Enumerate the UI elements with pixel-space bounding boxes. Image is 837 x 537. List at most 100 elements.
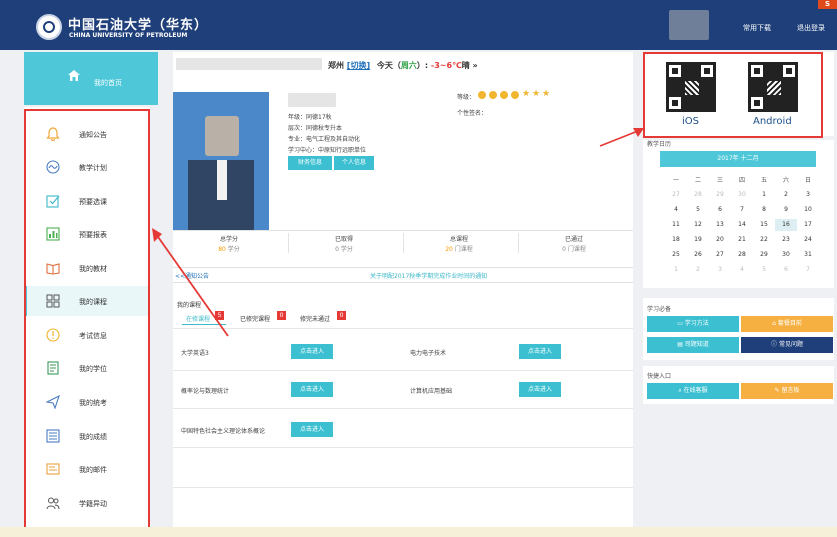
calendar-day[interactable]: 5 (753, 264, 775, 276)
course-name: 中国特色社会主义理论体系概论 (181, 428, 266, 435)
calendar-day[interactable]: 3 (797, 189, 819, 201)
calendar-day[interactable]: 29 (753, 249, 775, 261)
calendar-day[interactable]: 23 (775, 234, 797, 246)
notice-headline-link[interactable]: 关于明配2017秋季学期完成作业时间的通知 (370, 271, 487, 280)
calendar-day[interactable]: 27 (709, 249, 731, 261)
logout-link[interactable]: 退出登录 (797, 23, 825, 33)
calendar-day[interactable]: 1 (665, 264, 687, 276)
calendar-day[interactable]: 3 (709, 264, 731, 276)
stat-unit: 门课程 (454, 246, 473, 253)
calendar-day[interactable]: 15 (753, 219, 775, 231)
calendar-day[interactable]: 26 (687, 249, 709, 261)
calendar-day[interactable]: 25 (665, 249, 687, 261)
calendar-day[interactable]: 30 (775, 249, 797, 261)
calendar-month-header[interactable]: 2017年 十二月 (660, 151, 816, 167)
stat-total-courses-value: 20 门课程 (419, 244, 499, 253)
question-button[interactable]: ▤ 司题知道 (647, 337, 739, 353)
enter-course-button[interactable]: 点击进入 (291, 422, 333, 437)
course-name: 概率论与数理统计 (181, 388, 230, 395)
calendar-day[interactable]: 29 (709, 189, 731, 201)
calendar-day[interactable]: 27 (665, 189, 687, 201)
study-method-button[interactable]: ▭ 学习方法 (647, 316, 739, 332)
calendar-day[interactable]: 4 (731, 264, 753, 276)
calendar-day[interactable]: 12 (687, 219, 709, 231)
user-avatar[interactable] (669, 10, 709, 40)
package-button[interactable]: ⌂ 套餐目前 (741, 316, 833, 332)
calendar-day[interactable]: 24 (797, 234, 819, 246)
finance-info-button[interactable]: 财务信息 (288, 156, 332, 170)
calendar-day[interactable]: 11 (665, 219, 687, 231)
annotation-arrow-left (152, 228, 229, 337)
calendar-day[interactable]: 7 (731, 204, 753, 216)
enter-course-button[interactable]: 点击进入 (519, 382, 561, 397)
message-board-button[interactable]: ✎ 留言板 (741, 383, 833, 399)
calendar-day[interactable]: 5 (687, 204, 709, 216)
calendar-day[interactable]: 8 (753, 204, 775, 216)
calendar-day[interactable]: 21 (731, 234, 753, 246)
button-label: 常见问题 (778, 341, 803, 348)
list-icon: ▤ (677, 341, 685, 348)
downloads-link[interactable]: 常用下载 (743, 23, 771, 33)
level-label: 等级： (457, 94, 476, 101)
calendar-day[interactable]: 28 (731, 249, 753, 261)
calendar-day[interactable]: 6 (775, 264, 797, 276)
calendar-day[interactable]: 28 (687, 189, 709, 201)
calendar-day[interactable]: 4 (665, 204, 687, 216)
calendar-day[interactable]: 9 (775, 204, 797, 216)
calendar-day[interactable]: 22 (753, 234, 775, 246)
stat-unit: 学分 (340, 246, 353, 253)
course-name: 电力电子技术 (410, 350, 447, 357)
calendar-title: 教学日历 (647, 141, 672, 148)
weather-city: 郑州 (328, 61, 344, 70)
button-label: 学习方法 (684, 320, 709, 327)
weather-today-end: ）: (416, 61, 429, 70)
weather-more[interactable]: » (473, 61, 478, 70)
weather-today: 今天（ (376, 61, 401, 70)
calendar-day[interactable]: 20 (709, 234, 731, 246)
personal-info-button[interactable]: 个人信息 (334, 156, 374, 170)
level-star-icon: ★ (542, 89, 551, 99)
stat-separator (518, 233, 519, 253)
calendar-day[interactable]: 30 (731, 189, 753, 201)
calendar-grid: 一二三四五六日 27 28 29 30 1 2 3 4 5 6 7 8 9 10 11 12 13 14 15 16 17… (665, 175, 821, 280)
weather-temp: -3~6℃ (430, 61, 462, 70)
calendar-day[interactable]: 7 (797, 264, 819, 276)
calendar-day[interactable]: 13 (709, 219, 731, 231)
faq-button[interactable]: ⓘ 常见问题 (741, 337, 833, 353)
level-badges: ★ ★ ★ (478, 89, 558, 100)
calendar-weekday: 二 (694, 177, 701, 184)
corner-badge: S (818, 0, 837, 9)
enter-course-button[interactable]: 点击进入 (291, 382, 333, 397)
calendar-day[interactable]: 18 (665, 234, 687, 246)
course-row-divider (173, 447, 633, 448)
calendar-day[interactable]: 1 (753, 189, 775, 201)
calendar-day[interactable]: 17 (797, 219, 819, 231)
sidebar-home[interactable]: 我的首页 (24, 52, 158, 105)
calendar-day[interactable]: 6 (709, 204, 731, 216)
calendar-day[interactable]: 2 (775, 189, 797, 201)
online-service-button[interactable]: ⌕ 在线客服 (647, 383, 739, 399)
weather-switch-link[interactable]: [切换] (347, 61, 370, 70)
tab-completed-courses[interactable]: 已修完课程 (240, 314, 270, 323)
calendar-day[interactable]: 10 (797, 204, 819, 216)
stat-passed-label: 已通过 (564, 236, 583, 243)
level-moon-icon (511, 91, 519, 99)
calendar-day[interactable]: 2 (687, 264, 709, 276)
button-label: 司题知道 (684, 341, 709, 348)
tab-failed-courses[interactable]: 修完未通过 (300, 314, 330, 323)
weather-strip: 郑州 [切换] 今天（周六）: -3~6℃晴 » (328, 60, 478, 71)
calendar-day[interactable]: 31 (797, 249, 819, 261)
calendar-day[interactable]: 19 (687, 234, 709, 246)
signature-label: 个性签名： (457, 110, 488, 117)
calendar-weekday: 日 (804, 177, 811, 184)
enter-course-button[interactable]: 点击进入 (291, 344, 333, 359)
profile-center: 学习中心：中原知行远职单位 (288, 147, 367, 154)
stat-value: 20 (445, 246, 453, 253)
annotation-box-sidebar (24, 109, 150, 530)
logo-chinese-name: 中国石油大学（华东） (68, 18, 209, 33)
enter-course-button[interactable]: 点击进入 (519, 344, 561, 359)
courses-header-divider (173, 328, 633, 329)
university-seal-icon (36, 14, 62, 40)
calendar-day[interactable]: 14 (731, 219, 753, 231)
calendar-day[interactable]: 16 (775, 219, 797, 231)
